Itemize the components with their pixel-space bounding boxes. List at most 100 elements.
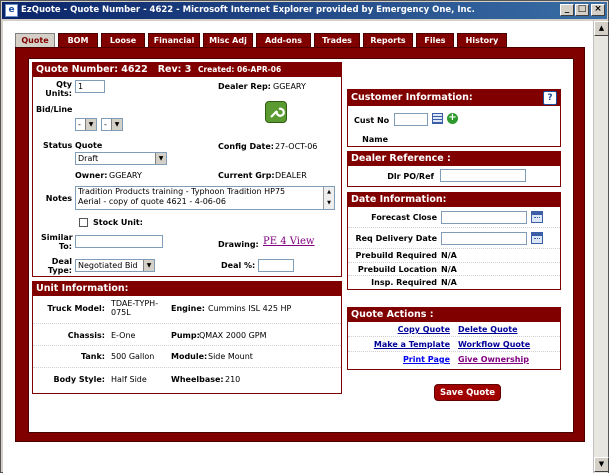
- req-delivery-calendar-icon[interactable]: [531, 232, 543, 244]
- customer-lookup-icon[interactable]: [432, 113, 443, 124]
- give-ownership-link[interactable]: Give Ownership: [458, 355, 529, 364]
- quote-form: Quote Number: 4622 Rev: 3 Created: 06-AP…: [28, 58, 574, 433]
- tab-loose[interactable]: Loose: [101, 33, 145, 47]
- dealer-rep-label: Dealer Rep:: [218, 82, 271, 91]
- window-title: EzQuote - Quote Number - 4622 - Microsof…: [21, 5, 475, 15]
- insp-required-value: N/A: [441, 278, 457, 287]
- add-customer-icon[interactable]: +: [447, 113, 458, 124]
- notes-scrollbar[interactable]: ▲ ▼: [323, 187, 334, 209]
- forecast-close-input[interactable]: [441, 211, 527, 224]
- dealer-ref-header: Dealer Reference :: [348, 152, 560, 166]
- chassis-label: Chassis:: [67, 331, 105, 340]
- qty-label: Qty Units:: [45, 80, 72, 98]
- tank-value: 500 Gallon: [111, 352, 155, 361]
- engine-label: Engine:: [171, 304, 205, 313]
- truck-model-value: TDAE-TYPH- 075L: [111, 299, 159, 317]
- stock-unit-checkbox[interactable]: [79, 218, 88, 227]
- module-value: Side Mount: [208, 352, 253, 361]
- pump-value: QMAX 2000 GPM: [199, 331, 267, 340]
- status-label: Status: [43, 141, 73, 150]
- cust-no-input[interactable]: [394, 113, 428, 126]
- tab-quote[interactable]: Quote: [15, 33, 55, 47]
- quote-header: Quote Number: 4622 Rev: 3 Created: 06-AP…: [33, 63, 341, 77]
- maximize-button[interactable]: □: [575, 4, 589, 16]
- actions-header: Quote Actions :: [348, 308, 560, 322]
- prebuild-required-value: N/A: [441, 251, 457, 260]
- current-grp-label: Current Grp:: [218, 171, 275, 180]
- page-content: Quote BOM Loose Financial Misc Adj Add-o…: [3, 21, 593, 473]
- deal-pct-label: Deal %:: [221, 261, 256, 270]
- help-icon[interactable]: ?: [543, 91, 557, 105]
- chevron-down-icon: ▼: [143, 260, 154, 271]
- workflow-quote-link[interactable]: Workflow Quote: [458, 340, 530, 349]
- body-style-label: Body Style:: [53, 375, 106, 384]
- customer-panel: Customer Information: ? Cust No + Name: [347, 89, 561, 147]
- cust-no-label: Cust No: [354, 116, 390, 125]
- drawing-link[interactable]: PE 4 View: [263, 236, 314, 247]
- name-label: Name: [362, 135, 388, 144]
- browser-window: e EzQuote - Quote Number - 4622 - Micros…: [0, 0, 609, 473]
- tab-financial[interactable]: Financial: [148, 33, 200, 47]
- minimize-button[interactable]: _: [560, 4, 574, 16]
- bidline-select-1[interactable]: - ▼: [75, 118, 97, 131]
- close-button[interactable]: ×: [591, 4, 605, 16]
- truck-model-label: Truck Model:: [47, 304, 105, 313]
- status-select[interactable]: Draft ▼: [75, 152, 167, 165]
- tab-trades[interactable]: Trades: [314, 33, 360, 47]
- quote-created: Created: 06-APR-06: [197, 65, 282, 74]
- similar-to-label: Similar To:: [41, 233, 73, 251]
- qty-input[interactable]: 1: [75, 80, 105, 93]
- dlr-po-label: Dlr PO/Ref: [387, 172, 434, 181]
- save-quote-button[interactable]: Save Quote: [434, 384, 501, 401]
- forecast-close-label: Forecast Close: [371, 213, 437, 222]
- quote-panel: Quote Number: 4622 Rev: 3 Created: 06-AP…: [32, 62, 342, 277]
- config-date-value: 27-OCT-06: [275, 142, 318, 151]
- qty-row: Qty Units: 1 Dealer Rep: GGEARY: [33, 77, 341, 101]
- module-label: Module:: [171, 352, 208, 361]
- status-sub: Quote: [75, 141, 103, 150]
- title-bar: e EzQuote - Quote Number - 4622 - Micros…: [2, 2, 607, 19]
- tab-misc-adj[interactable]: Misc Adj: [203, 33, 253, 47]
- tab-history[interactable]: History: [457, 33, 507, 47]
- quote-number: Quote Number: 4622: [36, 64, 148, 75]
- configure-wrench-icon[interactable]: [265, 101, 287, 123]
- print-page-link[interactable]: Print Page: [403, 355, 450, 364]
- req-delivery-input[interactable]: [441, 232, 527, 245]
- body-style-value: Half Side: [111, 375, 147, 384]
- main-frame: Quote Number: 4622 Rev: 3 Created: 06-AP…: [15, 47, 585, 442]
- unit-header: Unit Information:: [33, 282, 341, 296]
- make-template-link[interactable]: Make a Template: [374, 340, 450, 349]
- notes-label: Notes: [45, 194, 72, 203]
- tab-reports[interactable]: Reports: [363, 33, 413, 47]
- tab-files[interactable]: Files: [416, 33, 454, 47]
- deal-type-select[interactable]: Negotiated Bid ▼: [75, 259, 155, 272]
- notes-textarea[interactable]: Tradition Products training - Typhoon Tr…: [75, 186, 335, 210]
- similar-to-input[interactable]: [75, 235, 163, 248]
- deal-pct-input[interactable]: [258, 259, 294, 272]
- date-header: Date Information:: [348, 193, 560, 207]
- quote-rev: Rev: 3: [157, 64, 192, 75]
- engine-value: Cummins ISL 425 HP: [208, 304, 292, 313]
- tab-bom[interactable]: BOM: [58, 33, 98, 47]
- tab-add-ons[interactable]: Add-ons: [256, 33, 311, 47]
- dlr-po-input[interactable]: [440, 169, 526, 182]
- date-panel: Date Information: Forecast Close Req Del…: [347, 192, 561, 290]
- bidline-select-2[interactable]: - ▼: [101, 118, 123, 131]
- actions-panel: Quote Actions : Copy Quote Delete Quote …: [347, 307, 561, 370]
- scroll-down-icon[interactable]: ▼: [594, 457, 609, 472]
- vertical-scrollbar[interactable]: ▲ ▼: [593, 21, 609, 473]
- pump-label: Pump:: [171, 331, 200, 340]
- dealer-ref-panel: Dealer Reference : Dlr PO/Ref: [347, 151, 561, 187]
- config-date-label: Config Date:: [218, 142, 274, 151]
- scroll-up-icon[interactable]: ▲: [594, 21, 609, 36]
- prebuild-location-label: Prebuild Location: [357, 265, 437, 274]
- prebuild-required-label: Prebuild Required: [355, 251, 438, 260]
- chevron-down-icon: ▼: [155, 153, 166, 164]
- wheelbase-value: 210: [225, 375, 241, 384]
- unit-panel: Unit Information: Truck Model: TDAE-TYPH…: [32, 281, 342, 394]
- chevron-down-icon: ▼: [85, 119, 96, 130]
- delete-quote-link[interactable]: Delete Quote: [458, 325, 518, 334]
- forecast-close-calendar-icon[interactable]: [531, 211, 543, 223]
- copy-quote-link[interactable]: Copy Quote: [398, 325, 450, 334]
- prebuild-location-value: N/A: [441, 265, 457, 274]
